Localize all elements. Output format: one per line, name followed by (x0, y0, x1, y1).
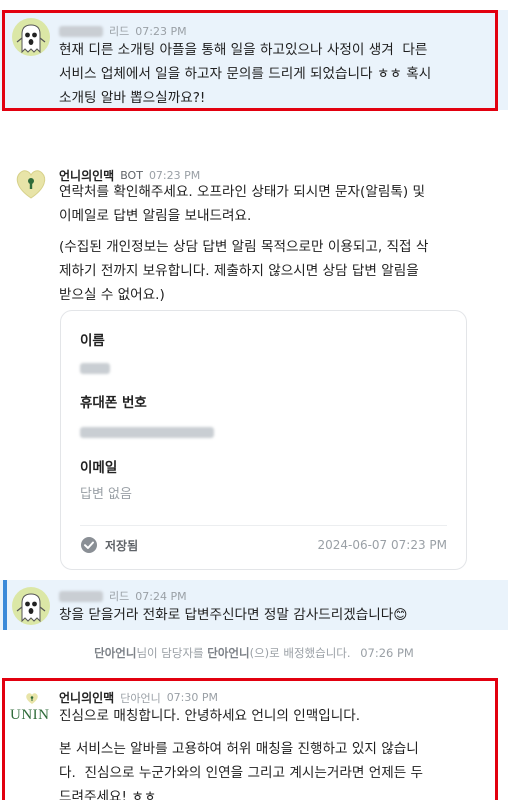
message-text: 연락처를 확인해주세요. 오프라인 상태가 되시면 문자(알림톡) 및 이메일로… (59, 184, 426, 224)
user-message-2: 리드 07:24 PM 창을 닫을거라 전화로 답변주신다면 정말 감사드리겠습… (0, 580, 508, 630)
timestamp: 07:24 PM (135, 589, 187, 603)
email-label: 이메일 (80, 460, 118, 476)
accent-bar (3, 580, 7, 630)
saved-status: 저장됨 (80, 536, 138, 554)
bot-avatar[interactable] (12, 164, 50, 202)
card-divider (80, 525, 447, 526)
smile-emoji: 😊 (393, 607, 408, 623)
role-tag: 리드 (109, 590, 130, 603)
name-value (80, 359, 110, 378)
user-avatar[interactable] (12, 587, 50, 625)
contact-form-card: 이름 휴대폰 번호 이메일 답변 없음 저장됨 2024-06-07 07:23… (60, 310, 467, 570)
assign-text: 님이 담당자를 (136, 646, 208, 660)
highlight-frame-1 (2, 10, 498, 111)
saved-time: 2024-06-07 07:23 PM (317, 538, 447, 552)
assignee-name: 단아언니 (207, 646, 250, 660)
heart-logo-icon (16, 170, 46, 199)
phone-label: 휴대폰 번호 (80, 395, 147, 411)
assign-time: 07:26 PM (360, 646, 414, 660)
message-meta: 리드 07:24 PM (59, 588, 187, 604)
phone-value (80, 423, 214, 442)
assigner-name: 단아언니 (94, 646, 137, 660)
blurred-username (59, 590, 103, 602)
ghost-icon (16, 593, 46, 623)
assignment-notice: 단아언니님이 담당자를 단아언니(으)로 배정했습니다. 07:26 PM (0, 645, 508, 661)
name-label: 이름 (80, 333, 105, 349)
message-notice: (수집된 개인정보는 상담 답변 알림 목적으로만 이용되고, 직접 삭 제하기… (59, 239, 429, 303)
assign-text-end: (으)로 배정했습니다. (249, 646, 351, 660)
saved-label: 저장됨 (105, 538, 139, 553)
highlight-frame-2 (2, 678, 498, 800)
email-value: 답변 없음 (80, 487, 132, 502)
message-text: 창을 닫을거라 전화로 답변주신다면 정말 감사드리겠습니다😊 (59, 607, 408, 623)
check-circle-icon (81, 537, 97, 553)
